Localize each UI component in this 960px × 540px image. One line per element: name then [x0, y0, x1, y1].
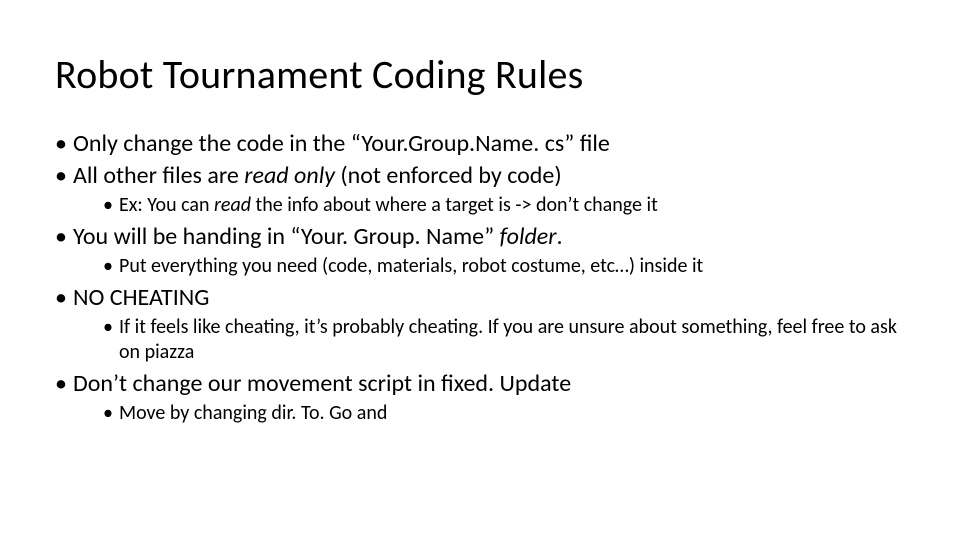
bullet-item: NO CHEATING If it feels like cheating, i… — [55, 283, 905, 365]
sub-bullet-item: If it feels like cheating, it’s probably… — [103, 315, 905, 365]
bullet-text: You will be handing in “Your. Group. Nam… — [73, 222, 500, 251]
sub-bullet-text: If it feels like cheating, it’s probably… — [119, 315, 897, 364]
sub-bullet-list: Ex: You can read the info about where a … — [73, 193, 905, 218]
bullet-text: All other files are — [73, 161, 244, 190]
bullet-list: Only change the code in the “Your.Group.… — [55, 129, 905, 426]
slide-title: Robot Tournament Coding Rules — [55, 50, 905, 99]
sub-bullet-text: the info about where a target is -> don’… — [251, 193, 658, 217]
bullet-text: . — [556, 222, 562, 251]
slide: Robot Tournament Coding Rules Only chang… — [0, 0, 960, 540]
bullet-text: Don’t change our movement script in fixe… — [73, 369, 571, 398]
bullet-text: Only change the code in the “Your.Group.… — [73, 129, 610, 158]
sub-bullet-list: Put everything you need (code, materials… — [73, 254, 905, 279]
sub-bullet-text: Move by changing dir. To. Go and — [119, 401, 387, 425]
bullet-text: (not enforced by code) — [335, 161, 562, 190]
sub-bullet-text: Put everything you need (code, materials… — [119, 254, 703, 278]
emphasis-text: folder — [500, 222, 557, 251]
emphasis-text: read only — [244, 161, 335, 190]
sub-bullet-item: Put everything you need (code, materials… — [103, 254, 905, 279]
sub-bullet-list: Move by changing dir. To. Go and — [73, 401, 905, 426]
bullet-item: All other files are read only (not enfor… — [55, 161, 905, 218]
sub-bullet-text: Ex: You can — [119, 193, 214, 217]
sub-bullet-item: Move by changing dir. To. Go and — [103, 401, 905, 426]
emphasis-text: read — [214, 193, 251, 217]
bullet-item: Only change the code in the “Your.Group.… — [55, 129, 905, 159]
bullet-text: NO CHEATING — [73, 283, 209, 312]
bullet-item: Don’t change our movement script in fixe… — [55, 369, 905, 426]
sub-bullet-list: If it feels like cheating, it’s probably… — [73, 315, 905, 365]
bullet-item: You will be handing in “Your. Group. Nam… — [55, 222, 905, 279]
sub-bullet-item: Ex: You can read the info about where a … — [103, 193, 905, 218]
